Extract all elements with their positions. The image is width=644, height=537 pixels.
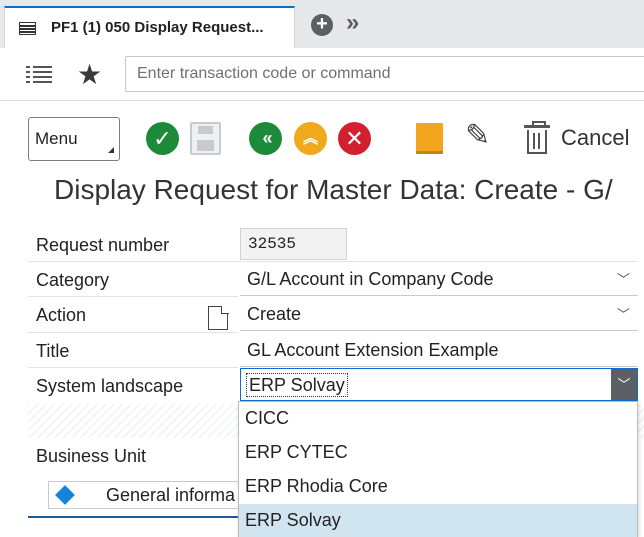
- category-label: Category: [36, 270, 110, 290]
- category-dropdown[interactable]: G/L Account in Company Code ﹀: [240, 264, 638, 296]
- chevron-down-icon[interactable]: ﹀: [611, 369, 637, 400]
- system-landscape-value: ERP Solvay: [246, 373, 348, 397]
- save-icon: [190, 122, 221, 155]
- chevron-down-icon: ﹀: [616, 307, 630, 322]
- caret-icon: [108, 147, 114, 153]
- action-dropdown[interactable]: Create ﹀: [240, 299, 638, 331]
- tab-underline: [28, 516, 238, 518]
- command-input[interactable]: [125, 56, 644, 92]
- row-divider: [28, 367, 238, 368]
- dropdown-option-erp-solvay[interactable]: ERP Solvay: [239, 504, 637, 537]
- tab-title: PF1 (1) 050 Display Request...: [51, 19, 264, 36]
- dropdown-option-cicc[interactable]: CICC: [239, 402, 637, 436]
- row-divider: [28, 261, 638, 262]
- dropdown-option-erp-cytec[interactable]: ERP CYTEC: [239, 436, 637, 470]
- business-unit-label: Business Unit: [36, 446, 147, 466]
- list-menu-icon[interactable]: [26, 66, 52, 84]
- system-landscape-label: System landscape: [36, 376, 184, 396]
- dropdown-option-erp-rhodia-core[interactable]: ERP Rhodia Core: [239, 470, 637, 504]
- more-tabs-icon[interactable]: »: [346, 9, 359, 37]
- general-information-label: General informa: [106, 485, 236, 505]
- action-label: Action: [36, 305, 87, 325]
- tab-bar: PF1 (1) 050 Display Request... + »: [0, 0, 644, 48]
- menu-button[interactable]: Menu: [28, 117, 120, 161]
- chevron-down-icon: ﹀: [616, 272, 630, 287]
- cancel-button[interactable]: Cancel: [561, 125, 629, 151]
- favorite-star-icon[interactable]: ★: [77, 58, 102, 91]
- action-value: Create: [247, 304, 302, 324]
- request-number-label: Request number: [36, 235, 170, 255]
- menu-button-label: Menu: [35, 129, 78, 148]
- title-input[interactable]: GL Account Extension Example: [240, 335, 638, 367]
- title-label: Title: [36, 341, 70, 361]
- row-divider: [28, 296, 238, 297]
- document-icon[interactable]: [208, 305, 229, 330]
- page-title: Display Request for Master Data: Create …: [54, 174, 613, 205]
- add-tab-icon[interactable]: +: [311, 14, 333, 36]
- general-information-tab[interactable]: General informa: [48, 481, 240, 509]
- category-value: G/L Account in Company Code: [247, 269, 494, 289]
- check-icon[interactable]: ✓: [146, 122, 179, 155]
- cancel-icon[interactable]: ✕: [338, 122, 371, 155]
- edit-icon[interactable]: ✎: [465, 118, 490, 153]
- back-icon[interactable]: «: [249, 122, 282, 155]
- system-landscape-dropdown[interactable]: ERP Solvay ﹀: [240, 368, 638, 401]
- delete-icon[interactable]: [524, 121, 550, 154]
- note-icon[interactable]: [416, 123, 443, 154]
- row-divider: [28, 332, 238, 333]
- window-icon: [19, 22, 36, 35]
- request-number-field: 32535: [240, 228, 347, 260]
- system-landscape-list: CICC ERP CYTEC ERP Rhodia Core ERP Solva…: [238, 401, 638, 537]
- active-tab[interactable]: PF1 (1) 050 Display Request...: [4, 6, 295, 48]
- diamond-icon: [55, 485, 75, 505]
- exit-icon[interactable]: ︽: [294, 122, 327, 155]
